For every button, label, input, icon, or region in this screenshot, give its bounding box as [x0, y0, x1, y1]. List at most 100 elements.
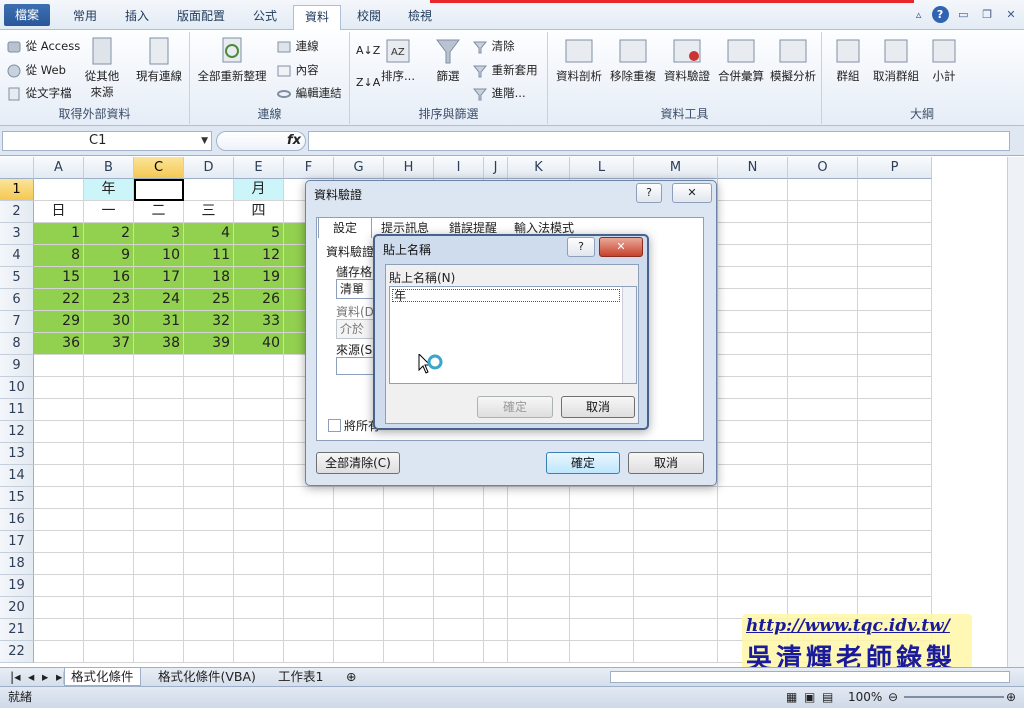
- cell[interactable]: 11: [184, 245, 234, 267]
- cell[interactable]: [284, 597, 334, 619]
- tab-data[interactable]: 資料: [293, 5, 341, 31]
- cell[interactable]: [234, 443, 284, 465]
- cell[interactable]: [718, 487, 788, 509]
- tab-insert[interactable]: 插入: [114, 5, 160, 30]
- cell[interactable]: [718, 553, 788, 575]
- cell[interactable]: 四: [234, 201, 284, 223]
- tab-settings[interactable]: 設定: [318, 217, 372, 238]
- cell[interactable]: [788, 465, 858, 487]
- select-all-corner[interactable]: [0, 157, 34, 179]
- cell[interactable]: [84, 509, 134, 531]
- row-header-6[interactable]: 6: [0, 289, 34, 311]
- tab-view[interactable]: 檢視: [397, 5, 443, 30]
- cell[interactable]: [634, 597, 718, 619]
- cell[interactable]: [134, 377, 184, 399]
- row-header-19[interactable]: 19: [0, 575, 34, 597]
- column-header-h[interactable]: H: [384, 157, 434, 179]
- row-header-9[interactable]: 9: [0, 355, 34, 377]
- tab-page-layout[interactable]: 版面配置: [168, 5, 234, 30]
- advanced-filter-button[interactable]: 進階...: [472, 85, 526, 101]
- cell[interactable]: 5: [234, 223, 284, 245]
- tab-formulas[interactable]: 公式: [242, 5, 288, 30]
- cell[interactable]: [184, 465, 234, 487]
- source-input[interactable]: [336, 357, 376, 375]
- cell[interactable]: [184, 509, 234, 531]
- cell[interactable]: [234, 399, 284, 421]
- cell[interactable]: [634, 575, 718, 597]
- cell[interactable]: [434, 509, 484, 531]
- column-header-e[interactable]: E: [234, 157, 284, 179]
- cell[interactable]: [84, 597, 134, 619]
- sort-button[interactable]: AZ 排序...: [380, 36, 416, 84]
- cell[interactable]: [84, 421, 134, 443]
- cell[interactable]: [34, 179, 84, 201]
- row-header-14[interactable]: 14: [0, 465, 34, 487]
- cell[interactable]: [718, 289, 788, 311]
- ok-button[interactable]: 確定: [546, 452, 620, 474]
- cell[interactable]: [184, 179, 234, 201]
- cell[interactable]: [788, 421, 858, 443]
- cell[interactable]: [570, 641, 634, 663]
- cell[interactable]: 2: [84, 223, 134, 245]
- cell[interactable]: [434, 575, 484, 597]
- row-header-15[interactable]: 15: [0, 487, 34, 509]
- cell[interactable]: 38: [134, 333, 184, 355]
- properties-button[interactable]: 內容: [276, 62, 319, 78]
- column-header-m[interactable]: M: [634, 157, 718, 179]
- ungroup-button[interactable]: 取消群組: [868, 36, 924, 84]
- cell[interactable]: [184, 421, 234, 443]
- cell[interactable]: [788, 399, 858, 421]
- cell[interactable]: [234, 355, 284, 377]
- cell[interactable]: 33: [234, 311, 284, 333]
- cell[interactable]: [184, 487, 234, 509]
- from-other-sources-button[interactable]: 從其他 來源: [82, 36, 122, 100]
- cell[interactable]: [858, 575, 932, 597]
- cell[interactable]: 26: [234, 289, 284, 311]
- cell[interactable]: [788, 509, 858, 531]
- from-access-button[interactable]: 從 Access: [6, 38, 80, 54]
- cell[interactable]: [84, 619, 134, 641]
- cell[interactable]: [284, 641, 334, 663]
- cell[interactable]: [284, 553, 334, 575]
- cell[interactable]: [570, 575, 634, 597]
- vertical-scrollbar[interactable]: [1007, 157, 1024, 667]
- dialog-close-icon[interactable]: ✕: [672, 183, 712, 203]
- cell[interactable]: [634, 509, 718, 531]
- cell[interactable]: [484, 531, 508, 553]
- group-button[interactable]: 群組: [830, 36, 866, 84]
- cell[interactable]: [484, 487, 508, 509]
- cell[interactable]: [788, 223, 858, 245]
- cell[interactable]: [184, 641, 234, 663]
- cell[interactable]: 月: [234, 179, 284, 201]
- cell[interactable]: 日: [34, 201, 84, 223]
- cell[interactable]: [570, 531, 634, 553]
- cell[interactable]: [84, 399, 134, 421]
- cell[interactable]: [34, 575, 84, 597]
- cell[interactable]: [788, 443, 858, 465]
- cell[interactable]: [234, 377, 284, 399]
- cell[interactable]: [34, 531, 84, 553]
- cell[interactable]: [384, 531, 434, 553]
- cell[interactable]: 一: [84, 201, 134, 223]
- cell[interactable]: [570, 487, 634, 509]
- column-header-b[interactable]: B: [84, 157, 134, 179]
- view-page-layout-icon[interactable]: ▣: [804, 687, 815, 707]
- close-icon[interactable]: ✕: [1002, 7, 1020, 25]
- cell[interactable]: [788, 201, 858, 223]
- cell[interactable]: [788, 267, 858, 289]
- cell[interactable]: [858, 245, 932, 267]
- cell[interactable]: [788, 179, 858, 201]
- cell[interactable]: [234, 597, 284, 619]
- cell[interactable]: [84, 443, 134, 465]
- active-cell[interactable]: [134, 179, 184, 201]
- cell[interactable]: 40: [234, 333, 284, 355]
- cell[interactable]: [84, 377, 134, 399]
- cell[interactable]: [788, 289, 858, 311]
- cell[interactable]: [858, 267, 932, 289]
- zoom-slider[interactable]: [904, 696, 1004, 698]
- cell[interactable]: [234, 531, 284, 553]
- cell[interactable]: [508, 575, 570, 597]
- edit-links-button[interactable]: 編輯連結: [276, 85, 342, 101]
- cell[interactable]: [184, 531, 234, 553]
- row-header-4[interactable]: 4: [0, 245, 34, 267]
